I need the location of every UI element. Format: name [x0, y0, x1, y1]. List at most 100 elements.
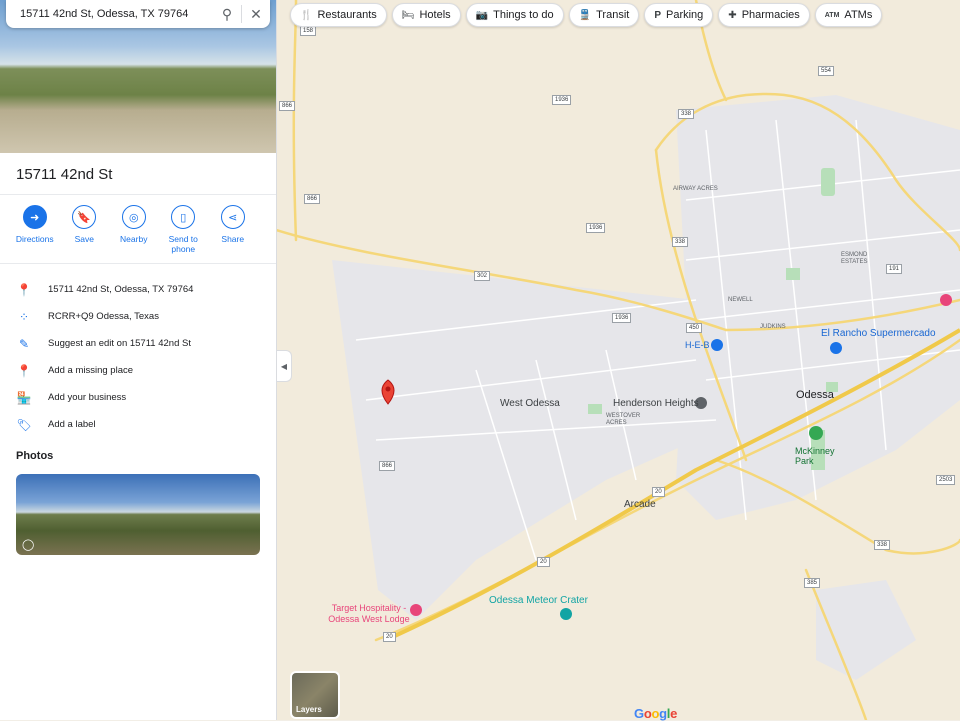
search-box[interactable]: 15711 42nd St, Odessa, TX 79764 ⚲ ✕	[6, 0, 270, 28]
place-panel: 15711 42nd St, Odessa, TX 79764 ⚲ ✕ 1571…	[0, 0, 277, 720]
place-label-esmond-estates: ESMOND ESTATES	[841, 252, 868, 265]
chip-label: Transit	[596, 9, 630, 21]
place-title: 15711 42nd St	[16, 166, 113, 183]
nearby-icon: ◎	[121, 205, 146, 229]
save-button[interactable]: 🔖 Save	[60, 205, 110, 254]
edit-icon: ✎	[18, 336, 30, 351]
divider	[0, 194, 276, 195]
place-label-airway-acres: AIRWAY ACRES	[673, 186, 718, 192]
suggest-edit-text: Suggest an edit on 15711 42nd St	[48, 338, 191, 349]
add-business-icon: 🏪	[16, 390, 32, 405]
chip-label: Hotels	[419, 9, 451, 21]
road-shield: 20	[383, 632, 396, 642]
road-shield: 1936	[552, 95, 572, 105]
plus-code-icon: ⁘	[18, 309, 30, 324]
add-business-text: Add your business	[48, 392, 127, 403]
address-row[interactable]: 📍 15711 42nd St, Odessa, TX 79764	[0, 276, 276, 303]
camera-icon: 📷	[475, 9, 489, 21]
road-shield: 2503	[936, 475, 956, 485]
action-label: Save	[74, 234, 94, 244]
supermarket-poi-icon[interactable]	[830, 342, 842, 354]
send-to-phone-button[interactable]: ▯ Send to phone	[159, 205, 209, 254]
chevron-left-icon: ◀	[280, 361, 288, 371]
place-label-westover-acres: WESTOVER ACRES	[606, 413, 641, 426]
share-button[interactable]: ⋖ Share	[208, 205, 258, 254]
chip-label: Restaurants	[317, 9, 377, 21]
add-missing-place-text: Add a missing place	[48, 365, 134, 376]
plus-code-text: RCRR+Q9 Odessa, Texas	[48, 311, 159, 322]
place-label-west-odessa: West Odessa	[500, 398, 560, 409]
address-text: 15711 42nd St, Odessa, TX 79764	[48, 284, 194, 295]
poi-label-el-rancho: El Rancho Supermercado	[821, 328, 936, 339]
photos-heading: Photos	[16, 450, 54, 462]
map-canvas[interactable]: West Odessa Henderson Heights WESTOVER A…	[276, 0, 960, 720]
chip-label: ATMs	[844, 9, 873, 21]
bookmark-icon: 🔖	[72, 205, 97, 229]
parking-icon: P	[654, 9, 661, 21]
add-business-row[interactable]: 🏪 Add your business	[0, 384, 276, 411]
place-label-judkins: JUDKINS	[760, 324, 786, 330]
road-shield: 866	[379, 461, 396, 471]
hotel-poi-icon-2[interactable]	[940, 294, 952, 306]
road-shield: 338	[874, 540, 891, 550]
road-shield: 866	[279, 101, 296, 111]
road-shield: 554	[818, 66, 835, 76]
chip-atms[interactable]: ATM ATMs	[814, 3, 883, 27]
hotel-icon: 🛏	[401, 9, 415, 21]
road-shield: 385	[804, 578, 821, 588]
divider	[0, 263, 276, 264]
place-info-list: 📍 15711 42nd St, Odessa, TX 79764 ⁘ RCRR+Q…	[0, 276, 276, 438]
poi-label-heb: H-E-B	[685, 340, 710, 350]
road-shield: 450	[686, 323, 703, 333]
restaurant-icon: 🍴	[300, 9, 313, 21]
chip-pharmacies[interactable]: ✚ Pharmacies	[718, 3, 810, 27]
collapse-panel-button[interactable]: ◀	[277, 350, 292, 382]
directions-button[interactable]: ➜ Directions	[10, 205, 60, 254]
chip-hotels[interactable]: 🛏 Hotels	[391, 3, 461, 27]
road-shield: 1936	[612, 313, 632, 323]
layers-button[interactable]: Layers	[290, 671, 340, 719]
add-missing-place-row[interactable]: 📍 Add a missing place	[0, 357, 276, 384]
location-pin-icon: 📍	[16, 282, 32, 297]
add-label-text: Add a label	[48, 419, 96, 430]
road-shield: 20	[537, 557, 550, 567]
category-chips: 🍴 Restaurants 🛏 Hotels 📷 Things to do 🚆 Tran…	[290, 3, 883, 27]
chip-label: Parking	[666, 9, 704, 21]
search-icon[interactable]: ⚲	[213, 6, 241, 23]
directions-icon: ➜	[22, 205, 47, 229]
plus-code-row[interactable]: ⁘ RCRR+Q9 Odessa, Texas	[0, 303, 276, 330]
action-label: Send to phone	[168, 234, 198, 254]
chip-transit[interactable]: 🚆 Transit	[568, 3, 640, 27]
shopping-poi-icon[interactable]	[711, 339, 723, 351]
action-buttons: ➜ Directions 🔖 Save ◎ Nearby ▯ Send to p…	[10, 205, 258, 254]
road-shield: 20	[652, 487, 665, 497]
attraction-poi-icon[interactable]	[560, 608, 572, 620]
chip-label: Pharmacies	[741, 9, 800, 21]
road-shield: 191	[886, 264, 903, 274]
park-poi-icon[interactable]	[809, 426, 823, 440]
poi-label-target-hospitality: Target Hospitality - Odessa West Lodge	[328, 603, 410, 624]
nearby-button[interactable]: ◎ Nearby	[109, 205, 159, 254]
place-label-arcade: Arcade	[624, 499, 656, 510]
chip-parking[interactable]: P Parking	[644, 3, 714, 27]
road-shield: 302	[474, 271, 491, 281]
road-shield: 158	[300, 26, 317, 36]
google-logo: Google	[634, 706, 678, 721]
photo-thumbnail[interactable]: ◯	[16, 474, 260, 555]
road-shield: 338	[678, 109, 695, 119]
pharmacy-icon: ✚	[728, 9, 737, 21]
action-label: Directions	[15, 234, 54, 244]
chip-things-to-do[interactable]: 📷 Things to do	[465, 3, 564, 27]
add-label-row[interactable]: 🏷 Add a label	[0, 411, 276, 438]
label-icon: 🏷	[16, 417, 32, 432]
atm-icon: ATM	[824, 11, 840, 19]
city-label-odessa: Odessa	[796, 389, 834, 401]
suggest-edit-row[interactable]: ✎ Suggest an edit on 15711 42nd St	[0, 330, 276, 357]
action-label: Nearby	[120, 234, 148, 244]
road-shield: 1936	[586, 223, 606, 233]
action-label: Share	[221, 234, 245, 244]
chip-restaurants[interactable]: 🍴 Restaurants	[290, 3, 387, 27]
layers-label: Layers	[296, 705, 322, 714]
search-input[interactable]: 15711 42nd St, Odessa, TX 79764	[6, 8, 213, 20]
close-icon[interactable]: ✕	[242, 6, 270, 23]
